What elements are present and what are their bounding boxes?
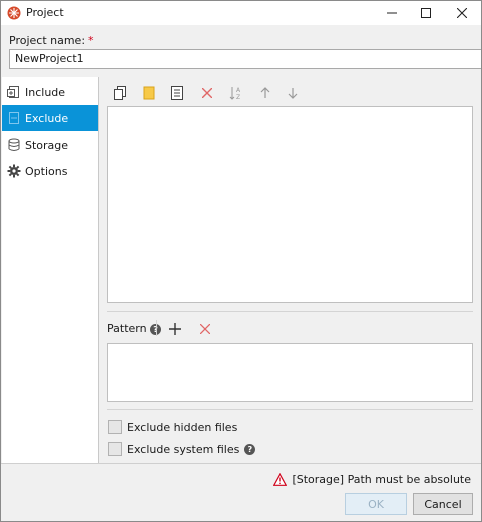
gear-icon [6, 163, 22, 179]
add-icon[interactable] [167, 321, 183, 337]
app-logo-icon [7, 6, 21, 20]
divider [156, 320, 157, 336]
validation-message: [Storage] Path must be absolute [273, 473, 471, 486]
footer-divider [1, 463, 481, 464]
project-dialog: Project Project name: * NewProject1 Inclu… [0, 0, 482, 522]
new-file-icon[interactable] [112, 85, 128, 101]
database-icon [6, 137, 22, 153]
project-name-input[interactable]: NewProject1 [9, 49, 481, 69]
divider [107, 311, 473, 312]
sort-az-icon[interactable]: AZ [228, 85, 244, 101]
ok-button[interactable]: OK [345, 493, 407, 515]
sidebar: Include Exclude Storage Options [2, 77, 99, 463]
move-down-icon[interactable] [285, 85, 301, 101]
pattern-list[interactable] [107, 343, 473, 402]
help-icon[interactable]: ? [244, 443, 256, 455]
svg-text:A: A [236, 87, 241, 94]
required-marker: * [88, 34, 94, 47]
remove-icon[interactable] [197, 321, 213, 337]
sidebar-item-options[interactable]: Options [2, 158, 98, 184]
text-file-icon[interactable] [169, 85, 185, 101]
exclude-hidden-checkbox[interactable] [108, 420, 122, 434]
maximize-icon [421, 8, 431, 18]
sidebar-item-include[interactable]: Include [2, 79, 98, 105]
include-icon [6, 84, 22, 100]
divider [107, 409, 473, 410]
pattern-label: Pattern ? [107, 322, 162, 335]
sidebar-item-label: Include [25, 85, 66, 99]
move-up-icon[interactable] [257, 85, 273, 101]
folder-icon[interactable] [141, 85, 157, 101]
exclude-list[interactable] [107, 106, 473, 303]
sidebar-item-label: Options [25, 164, 68, 178]
warning-text: [Storage] Path must be absolute [292, 473, 471, 486]
project-name-label: Project name: * [9, 34, 94, 47]
delete-icon[interactable] [199, 85, 215, 101]
exclude-system-checkbox[interactable] [108, 442, 122, 456]
project-name-label-text: Project name: [9, 34, 86, 47]
pattern-label-text: Pattern [107, 322, 147, 335]
minimize-button[interactable] [375, 1, 409, 25]
svg-text:Z: Z [236, 94, 240, 100]
cancel-button[interactable]: Cancel [413, 493, 473, 515]
close-button[interactable] [445, 1, 479, 25]
sidebar-item-exclude[interactable]: Exclude [2, 105, 98, 131]
exclude-hidden-row[interactable]: Exclude hidden files [108, 420, 237, 434]
close-icon [457, 8, 467, 18]
title-bar: Project [1, 1, 481, 25]
sidebar-item-label: Exclude [25, 111, 69, 125]
maximize-button[interactable] [409, 1, 443, 25]
sidebar-item-label: Storage [25, 138, 69, 152]
exclude-hidden-label: Exclude hidden files [127, 420, 238, 434]
minimize-icon [387, 12, 397, 14]
exclude-system-label: Exclude system files [127, 442, 240, 456]
warning-icon [273, 473, 288, 486]
exclude-system-row[interactable]: Exclude system files ? [108, 442, 256, 456]
sidebar-item-storage[interactable]: Storage [2, 132, 98, 158]
exclude-icon [6, 110, 22, 126]
window-title: Project [26, 6, 64, 19]
